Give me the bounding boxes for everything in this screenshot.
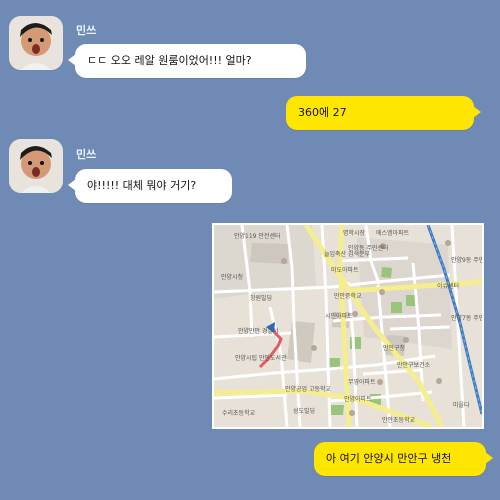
map-label: 명학시장: [343, 229, 366, 237]
message-bubble-me[interactable]: 360에 27: [286, 96, 481, 130]
avatar[interactable]: [9, 139, 63, 193]
map-image[interactable]: 안양119 안전센터 늘임축산 검색분부 안양시청 창원빌딩 안양만안 경찰서 …: [212, 223, 484, 429]
map-label: 안양7동 주민센터: [451, 314, 482, 322]
map-label: 이슈센터: [437, 282, 459, 290]
map-icon: 안양119 안전센터 늘임축산 검색분부 안양시청 창원빌딩 안양만안 경찰서 …: [214, 225, 482, 427]
map-label: 만안중학교: [334, 292, 362, 300]
map-label: 성도빌딩: [293, 407, 315, 415]
message-bubble-me[interactable]: 아 여기 안양시 만안구 냉천: [314, 442, 493, 476]
message-bubble[interactable]: 야!!!!! 대체 뭐야 거기?: [68, 169, 232, 203]
map-label: 창원빌딩: [250, 294, 272, 302]
map-label: 인양동 주민센터: [348, 244, 389, 252]
map-label: 안양만안 경찰서: [238, 327, 279, 335]
map-label: 안양시청: [221, 273, 243, 281]
map-label: 안양시립 만안도서관: [235, 354, 287, 362]
sender-name: 민쓰: [76, 24, 97, 37]
map-label: 안양9동 주민센터: [451, 256, 482, 264]
avatar[interactable]: [9, 16, 63, 70]
map-label: 무영아파트: [348, 378, 376, 386]
map-label: 수리초등학교: [222, 409, 256, 417]
map-label: 에스엠아파트: [376, 229, 410, 237]
map-label: 만안구청: [383, 344, 405, 352]
avatar-photo: [9, 16, 63, 70]
map-label: 만안구보건소: [397, 361, 431, 369]
map-label: 안양119 안전센터: [234, 232, 280, 240]
map-label: 미도아파트: [331, 266, 359, 274]
map-label: 안양아파트: [344, 395, 372, 403]
map-label: 시민아파트: [325, 312, 353, 320]
map-label: 안양공업 고등학교: [285, 385, 332, 393]
map-label: 만안초등학교: [382, 416, 416, 424]
sender-name: 민쓰: [76, 148, 97, 161]
message-bubble[interactable]: ㄷㄷ 오오 레알 원룸이었어!!! 얼마?: [68, 44, 306, 78]
avatar-photo: [9, 139, 63, 193]
map-label: 마을다: [453, 401, 470, 409]
